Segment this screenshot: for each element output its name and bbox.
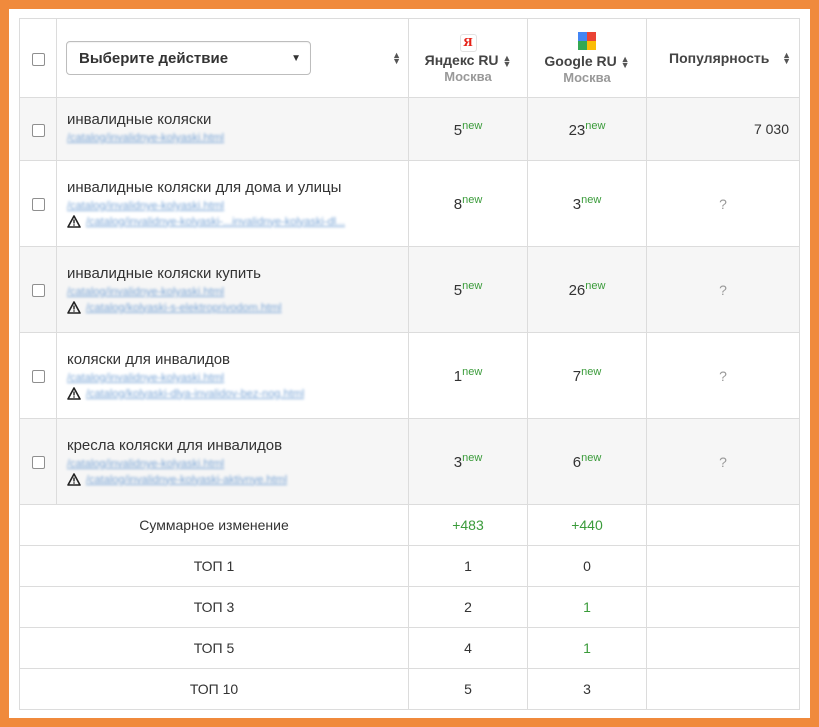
- yandex-logo-icon: Я: [459, 33, 477, 52]
- yandex-top-count: 4: [408, 627, 528, 669]
- row-checkbox[interactable]: [31, 456, 45, 470]
- new-badge: new: [581, 452, 602, 464]
- warning-icon: [67, 301, 81, 314]
- new-badge: new: [585, 119, 606, 132]
- row-checkbox[interactable]: [31, 198, 45, 212]
- popularity-value[interactable]: ?: [646, 246, 800, 333]
- yandex-total-change: +483: [408, 504, 528, 546]
- summary-change-label: Суммарное изменение: [19, 504, 409, 546]
- top-row: ТОП 10 5 3: [19, 668, 800, 710]
- google-top-count: 0: [527, 545, 647, 587]
- popularity-value[interactable]: ?: [646, 332, 800, 419]
- sort-icon[interactable]: ▲ ▼: [392, 51, 401, 66]
- popularity-value[interactable]: ?: [646, 418, 800, 505]
- empty-cell: [646, 627, 800, 669]
- popularity-column-header[interactable]: Популярность ▲ ▼: [646, 18, 800, 98]
- google-total-change: +440: [527, 504, 647, 546]
- landing-url-link[interactable]: /catalog/invalidnye-kolyaski.html: [67, 132, 398, 144]
- warning-icon: [67, 215, 81, 228]
- select-all-checkbox[interactable]: [31, 52, 45, 66]
- google-top-count: 1: [527, 586, 647, 628]
- empty-cell: [646, 504, 800, 546]
- chevron-down-icon: ▼: [291, 52, 301, 64]
- yandex-position: 1new: [453, 366, 483, 385]
- keyword-text: кресла коляски для инвалидов: [67, 437, 283, 454]
- yandex-position: 5new: [453, 119, 483, 139]
- google-column-header[interactable]: Google RU ▲ ▼ Москва: [527, 18, 647, 98]
- relevant-url-link[interactable]: /catalog/invalidnye-kolyaski-aktivnye.ht…: [86, 474, 287, 486]
- google-top-count: 3: [527, 668, 647, 710]
- google-engine-name: Google RU: [544, 52, 617, 69]
- yandex-engine-name: Яндекс RU: [424, 51, 499, 68]
- yandex-position: 8new: [453, 194, 483, 213]
- top-row: ТОП 3 2 1: [19, 586, 800, 628]
- relevant-url-link[interactable]: /catalog/kolyaski-s-elektroprivodom.html: [86, 302, 282, 314]
- table-row: инвалидные коляски купить /catalog/inval…: [19, 246, 800, 333]
- yandex-top-count: 2: [408, 586, 528, 628]
- warning-icon: [67, 473, 81, 486]
- keyword-text: коляски для инвалидов: [67, 351, 231, 368]
- google-position: 26new: [568, 280, 606, 299]
- empty-cell: [646, 586, 800, 628]
- yandex-position: 3new: [453, 452, 483, 471]
- table-row: кресла коляски для инвалидов /catalog/in…: [19, 418, 800, 505]
- popularity-value: 7 030: [646, 97, 800, 161]
- action-select-value: Выберите действие: [79, 49, 229, 67]
- new-badge: new: [581, 194, 602, 206]
- relevant-url-link[interactable]: /catalog/invalidnye-kolyaski-...invalidn…: [86, 216, 345, 228]
- google-logo-icon: [578, 31, 596, 50]
- new-badge: new: [462, 194, 483, 206]
- top-label: ТОП 1: [19, 545, 409, 587]
- new-badge: new: [462, 280, 483, 292]
- relevant-url-link[interactable]: /catalog/kolyaski-dlya-invalidov-bez-nog…: [86, 388, 304, 400]
- landing-url-link[interactable]: /catalog/invalidnye-kolyaski.html: [67, 372, 398, 384]
- table-frame: Выберите действие ▼ ▲ ▼ Я Яндекс RU ▲ ▼ Мо…: [9, 9, 810, 718]
- table-row: инвалидные коляски для дома и улицы /cat…: [19, 160, 800, 247]
- new-badge: new: [462, 366, 483, 378]
- yandex-top-count: 1: [408, 545, 528, 587]
- top-row: ТОП 5 4 1: [19, 627, 800, 669]
- table-header-row: Выберите действие ▼ ▲ ▼ Я Яндекс RU ▲ ▼ Мо…: [19, 18, 800, 98]
- top-label: ТОП 5: [19, 627, 409, 669]
- yandex-region: Москва: [444, 68, 492, 84]
- popularity-label: Популярность: [669, 50, 770, 66]
- row-checkbox[interactable]: [31, 284, 45, 298]
- top-label: ТОП 10: [19, 668, 409, 710]
- google-top-count: 1: [527, 627, 647, 669]
- yandex-position: 5new: [453, 280, 483, 299]
- landing-url-link[interactable]: /catalog/invalidnye-kolyaski.html: [67, 458, 398, 470]
- keyword-text: инвалидные коляски для дома и улицы: [67, 179, 342, 196]
- google-position: 23new: [568, 119, 606, 139]
- google-position: 6new: [572, 452, 602, 471]
- google-region: Москва: [563, 69, 611, 85]
- table-row: инвалидные коляски /catalog/invalidnye-k…: [19, 97, 800, 161]
- sort-icon[interactable]: ▲ ▼: [782, 51, 791, 66]
- new-badge: new: [462, 452, 483, 464]
- table-row: коляски для инвалидов /catalog/invalidny…: [19, 332, 800, 419]
- empty-cell: [646, 545, 800, 587]
- google-position: 7new: [572, 366, 602, 385]
- keyword-text: инвалидные коляски: [67, 111, 212, 128]
- action-select[interactable]: Выберите действие ▼: [66, 41, 311, 75]
- sort-icon[interactable]: ▲ ▼: [621, 54, 630, 69]
- keyword-text: инвалидные коляски купить: [67, 265, 261, 282]
- empty-cell: [646, 668, 800, 710]
- sort-icon[interactable]: ▲ ▼: [502, 53, 511, 68]
- new-badge: new: [585, 280, 606, 292]
- top-label: ТОП 3: [19, 586, 409, 628]
- warning-icon: [67, 387, 81, 400]
- landing-url-link[interactable]: /catalog/invalidnye-kolyaski.html: [67, 200, 398, 212]
- top-row: ТОП 1 1 0: [19, 545, 800, 587]
- new-badge: new: [462, 119, 483, 132]
- yandex-top-count: 5: [408, 668, 528, 710]
- summary-change-row: Суммарное изменение +483 +440: [19, 504, 800, 546]
- google-position: 3new: [572, 194, 602, 213]
- popularity-value[interactable]: ?: [646, 160, 800, 247]
- row-checkbox[interactable]: [31, 123, 45, 137]
- positions-table: Выберите действие ▼ ▲ ▼ Я Яндекс RU ▲ ▼ Мо…: [19, 18, 800, 710]
- new-badge: new: [581, 366, 602, 378]
- yandex-column-header[interactable]: Я Яндекс RU ▲ ▼ Москва: [408, 18, 528, 98]
- row-checkbox[interactable]: [31, 370, 45, 384]
- landing-url-link[interactable]: /catalog/invalidnye-kolyaski.html: [67, 286, 398, 298]
